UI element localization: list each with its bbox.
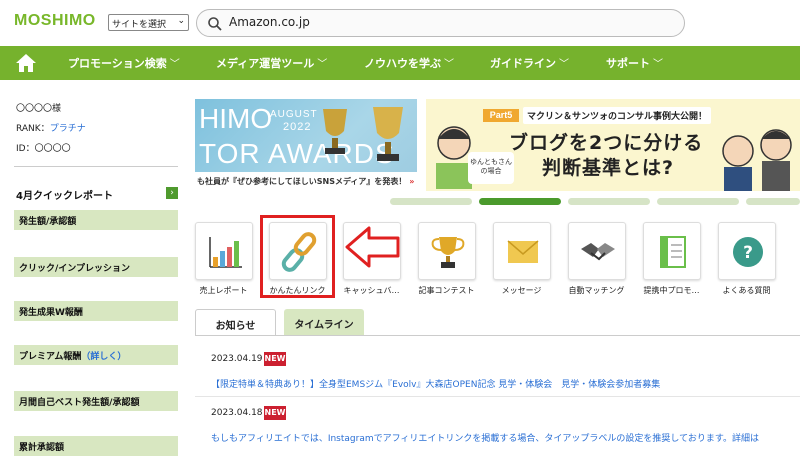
tile-label: よくある質問 xyxy=(722,286,771,295)
banner-title-line1: HIMO xyxy=(199,103,273,134)
quick-report-title: 4月クイックレポート xyxy=(16,191,113,202)
chevron-right-icon[interactable]: › xyxy=(166,187,178,199)
banner-headline-line1: ブログを2つに分ける xyxy=(509,132,704,154)
user-id: ID：〇〇〇〇 xyxy=(16,144,71,154)
user-rank: RANK：プラチナ xyxy=(16,124,86,134)
consult-caption: マクリン＆サンツォのコンサル事例大公開！ xyxy=(523,107,712,124)
tile-faq[interactable]: ? xyxy=(718,222,776,280)
envelope-icon xyxy=(507,240,539,263)
chevron-down-icon: ﹀ xyxy=(317,59,328,70)
tile-label: メッセージ xyxy=(501,286,542,295)
top-bar: MOSHIMO サイトを選択 ⌄ xyxy=(0,0,800,46)
consultants-illustration-icon xyxy=(722,129,792,191)
premium-detail-link[interactable]: （詳しく） xyxy=(81,352,126,362)
carousel-dot[interactable] xyxy=(390,198,472,205)
tab-notices[interactable]: お知らせ xyxy=(195,309,276,336)
banner-headline-line2: 判断基準とは? xyxy=(542,157,675,179)
chevron-down-icon: ⌄ xyxy=(177,16,185,26)
banner-month: AUGUST xyxy=(270,109,318,120)
nav-item-knowhow[interactable]: ノウハウを学ぶ ﹀ xyxy=(364,55,454,71)
qr-section-total-approved[interactable]: 累計承認額 xyxy=(14,436,178,456)
trophy-icon xyxy=(431,237,465,268)
tile-label: キャッシュバ… xyxy=(343,286,400,295)
news-date: 2023.04.19 xyxy=(211,354,263,364)
home-icon[interactable] xyxy=(15,53,37,76)
news-link[interactable]: 【限定特単＆特典あり！】全身型EMSジム『Evolv』大森店OPEN記念 見学・… xyxy=(211,377,660,390)
nav-item-guideline[interactable]: ガイドライン ﹀ xyxy=(490,55,569,71)
question-icon: ? xyxy=(733,237,763,267)
chevron-down-icon: ﹀ xyxy=(169,59,180,70)
new-badge: NEW xyxy=(264,406,286,420)
handshake-icon xyxy=(581,243,615,261)
search-box[interactable] xyxy=(196,9,685,37)
site-select-label: サイトを選択 xyxy=(112,20,167,30)
nav-item-media-tools[interactable]: メディア運営ツール ﹀ xyxy=(216,55,327,71)
svg-text:?: ? xyxy=(743,243,753,263)
banner-strip: も社員が『ぜひ参考にしてほしいSNSメディア』を発表！ » xyxy=(195,172,417,191)
nav-item-support[interactable]: サポート ﹀ xyxy=(606,55,663,71)
tile-label: 売上レポート xyxy=(199,286,248,295)
chevron-down-icon: ﹀ xyxy=(653,59,663,70)
banner-year: 2022 xyxy=(283,121,312,133)
promotion-book-icon xyxy=(660,236,686,268)
carousel-dot[interactable] xyxy=(568,198,650,205)
tile-message[interactable] xyxy=(493,222,551,280)
new-badge: NEW xyxy=(264,352,286,366)
rank-link[interactable]: プラチナ xyxy=(50,124,86,134)
qr-section-premium-reward[interactable]: プレミアム報酬（詳しく） xyxy=(14,345,178,365)
main-nav: プロモーション検索 ﹀ メディア運営ツール ﹀ ノウハウを学ぶ ﹀ ガイドライン ﹀ サ… xyxy=(0,46,800,80)
trophy-icon xyxy=(323,107,403,161)
sidebar-divider xyxy=(14,166,178,167)
tile-auto-matching[interactable] xyxy=(568,222,626,280)
qr-section-click-impression[interactable]: クリック/インプレッション xyxy=(14,257,178,277)
carousel-dot[interactable] xyxy=(657,198,739,205)
user-name: 〇〇〇〇様 xyxy=(16,104,62,114)
tab-timeline[interactable]: タイムライン xyxy=(284,309,364,336)
carousel-dot-active[interactable] xyxy=(479,198,561,205)
consulting-banner[interactable]: Part5 マクリン＆サンツォのコンサル事例大公開！ ブログを2つに分ける 判断… xyxy=(426,99,800,191)
tile-label: 自動マッチング xyxy=(568,286,625,295)
news-link[interactable]: もしもアフィリエイトでは、Instagramでアフィリエイトリンクを掲載する場合… xyxy=(211,431,800,444)
tile-partnered-promotions[interactable] xyxy=(643,222,701,280)
qr-section-issued-approved[interactable]: 発生額/承認額 xyxy=(14,210,178,230)
chevron-down-icon: ﹀ xyxy=(559,59,569,70)
tile-sales-report[interactable] xyxy=(195,222,253,280)
double-arrow-icon: » xyxy=(409,177,415,186)
awards-banner[interactable]: HIMO AUGUST 2022 TOR AWARDS も社員が『ぜひ参考にして… xyxy=(195,99,417,191)
highlight-box xyxy=(260,215,335,298)
pointing-arrow-icon xyxy=(345,226,400,268)
carousel-dot[interactable] xyxy=(746,198,800,205)
site-select[interactable]: サイトを選択 ⌄ xyxy=(108,14,189,31)
qr-section-double-reward[interactable]: 発生成果W報酬 xyxy=(14,301,178,321)
nav-item-promotion-search[interactable]: プロモーション検索 ﹀ xyxy=(68,55,180,71)
bar-chart-icon xyxy=(209,237,242,268)
tile-label: 提携中プロモ… xyxy=(643,286,700,295)
tab-divider xyxy=(195,335,800,336)
news-date: 2023.04.18 xyxy=(211,408,263,418)
qr-section-monthly-best[interactable]: 月間自己ベスト発生額/承認額 xyxy=(14,391,178,411)
tile-label: 記事コンテスト xyxy=(418,286,475,295)
chevron-down-icon: ﹀ xyxy=(444,59,454,70)
part-badge: Part5 xyxy=(483,109,519,122)
tile-article-contest[interactable] xyxy=(418,222,476,280)
search-icon xyxy=(208,17,222,31)
speech-bubble: ゆんともさんの場合 xyxy=(468,152,514,184)
news-divider xyxy=(195,396,800,397)
moshimo-logo[interactable]: MOSHIMO xyxy=(14,12,96,30)
search-input[interactable] xyxy=(229,15,649,29)
